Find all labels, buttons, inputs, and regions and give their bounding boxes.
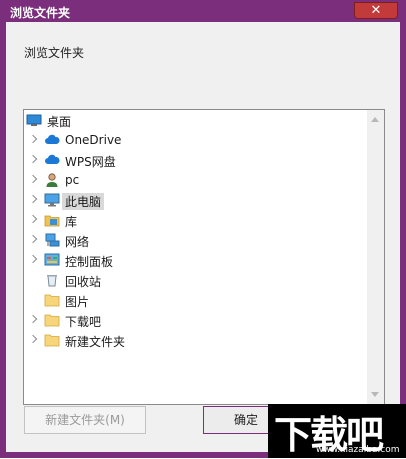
tree-item-label: 图片 [65, 295, 90, 309]
tree-item-label: pc [65, 173, 80, 187]
tree-item-label: 此电脑 [62, 193, 105, 210]
dialog-content: 浏览文件夹 桌面 OneDrive WPS网盘 pc 此电脑库网络控制面板回收站图片下载… [6, 22, 400, 452]
tree-item[interactable]: OneDrive [24, 130, 364, 150]
chevron-right-icon[interactable] [28, 254, 38, 264]
dialog-description: 浏览文件夹 [24, 46, 85, 60]
tree-item-label: 网络 [65, 235, 90, 249]
cloud-icon [44, 152, 60, 168]
tree-item[interactable]: 此电脑 [24, 190, 364, 210]
tree-item[interactable]: 库 [24, 210, 364, 230]
computer-icon [44, 192, 60, 208]
chevron-right-icon[interactable] [28, 234, 38, 244]
user-icon [44, 172, 60, 188]
tree-item-label: WPS网盘 [65, 155, 116, 169]
control-panel-icon [44, 252, 60, 268]
title-bar[interactable]: 浏览文件夹 ✕ [0, 0, 406, 22]
tree-item[interactable]: 网络 [24, 230, 364, 250]
chevron-right-icon[interactable] [28, 174, 38, 184]
tree-item[interactable]: 下载吧 [24, 310, 364, 330]
desktop-icon [26, 112, 42, 128]
tree-item-label: 桌面 [47, 115, 72, 129]
library-icon [44, 212, 60, 228]
tree-item-label: 控制面板 [65, 255, 114, 269]
watermark-url: www.xiazaiba.com [316, 445, 400, 455]
close-icon: ✕ [370, 3, 382, 18]
folder-icon [44, 292, 60, 308]
scroll-down-arrow-icon[interactable] [371, 392, 379, 397]
tree-item[interactable]: 控制面板 [24, 250, 364, 270]
recycle-bin-icon [44, 272, 60, 288]
chevron-right-icon[interactable] [28, 154, 38, 164]
chevron-right-icon[interactable] [28, 194, 38, 204]
tree-item[interactable]: 桌面 [24, 110, 364, 130]
folder-tree[interactable]: 桌面 OneDrive WPS网盘 pc 此电脑库网络控制面板回收站图片下载吧新建文件夹 [23, 109, 385, 405]
tree-item-label: OneDrive [65, 133, 122, 147]
tree-item-label: 库 [65, 215, 78, 229]
scroll-up-arrow-icon[interactable] [371, 117, 379, 122]
watermark-logo: 下载吧 www.xiazaiba.com [268, 404, 406, 458]
tree-item-label: 下载吧 [65, 315, 102, 329]
window-title: 浏览文件夹 [10, 6, 71, 20]
folder-icon [44, 312, 60, 328]
chevron-right-icon[interactable] [28, 314, 38, 324]
chevron-right-icon[interactable] [28, 134, 38, 144]
new-folder-button[interactable]: 新建文件夹(M) [24, 406, 146, 434]
chevron-right-icon[interactable] [28, 214, 38, 224]
tree-item[interactable]: 图片 [24, 290, 364, 310]
folder-icon [44, 332, 60, 348]
chevron-right-icon[interactable] [28, 334, 38, 344]
network-icon [44, 232, 60, 248]
tree-item-label: 回收站 [65, 275, 102, 289]
close-button[interactable]: ✕ [354, 2, 398, 19]
tree-item[interactable]: pc [24, 170, 364, 190]
tree-item[interactable]: 新建文件夹 [24, 330, 364, 350]
vertical-scrollbar[interactable] [367, 110, 384, 404]
tree-item[interactable]: 回收站 [24, 270, 364, 290]
tree-item[interactable]: WPS网盘 [24, 150, 364, 170]
cloud-icon [44, 132, 60, 148]
browse-folder-dialog: 浏览文件夹 ✕ 浏览文件夹 桌面 OneDrive WPS网盘 pc 此电脑库网络控制面… [0, 0, 406, 458]
tree-item-label: 新建文件夹 [65, 335, 126, 349]
